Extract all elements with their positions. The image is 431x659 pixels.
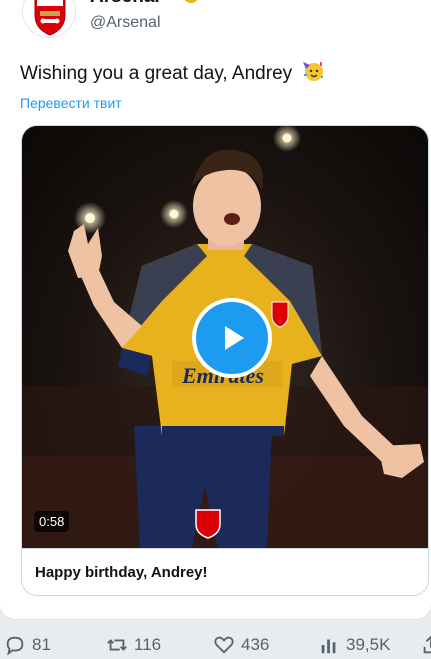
media-caption[interactable]: Happy birthday, Andrey! [22,548,428,595]
verified-badge-icon [184,0,198,3]
partying-face-icon [303,62,324,81]
views-icon [321,639,336,654]
retweet-button[interactable]: 116 [106,634,161,656]
translate-link[interactable]: Перевести твит [20,95,122,111]
retweet-count: 116 [134,635,162,654]
avatar[interactable] [22,0,76,38]
reply-button[interactable]: 81 [4,634,51,656]
tweet-card[interactable]: Arsenal @Arsenal Wishing you a great day… [0,0,431,620]
like-icon [214,636,234,654]
views-button[interactable]: 39,5K [318,634,390,656]
handle[interactable]: @Arsenal [90,14,161,32]
reply-count: 81 [32,635,51,654]
arsenal-crest-icon [34,0,66,36]
play-icon [225,326,244,350]
reply-icon [6,636,24,656]
video-duration: 0:58 [34,511,70,532]
like-button[interactable]: 436 [213,634,269,656]
video-player[interactable]: Emirates [22,126,428,548]
tweet-header: Arsenal @Arsenal [22,0,402,40]
play-button[interactable] [192,298,272,378]
views-count: 39,5K [346,635,391,654]
tweet-actions: 81 116 436 39,5K [0,626,431,658]
share-icon [423,635,431,654]
display-name[interactable]: Arsenal [90,0,160,8]
tweet-text: Wishing you a great day, Andrey [20,60,325,85]
retweet-icon [107,639,127,651]
tweet-text-content: Wishing you a great day, Andrey [20,63,293,84]
media-card[interactable]: Emirates [21,125,429,596]
like-count: 436 [241,635,270,654]
share-button[interactable] [420,634,431,656]
